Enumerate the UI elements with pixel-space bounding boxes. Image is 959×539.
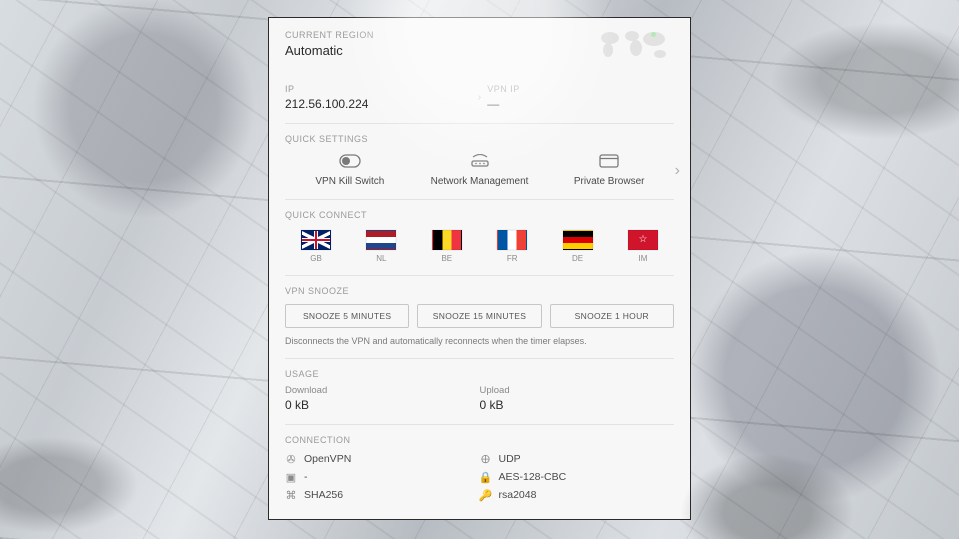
connection-value: - [304, 471, 308, 483]
quick-connect-section: QUICK CONNECT GB NL BE FR [285, 210, 674, 263]
ip-label: IP [285, 84, 472, 94]
flag-code: FR [487, 254, 537, 263]
flag-be-icon [432, 230, 462, 250]
quick-setting-label: Private Browser [544, 176, 674, 187]
snooze-1h-button[interactable]: SNOOZE 1 HOUR [550, 304, 674, 328]
browser-icon [544, 152, 674, 170]
connection-hash: ⌘ SHA256 [285, 489, 480, 501]
vpn-snooze-section: VPN SNOOZE SNOOZE 5 MINUTES SNOOZE 15 MI… [285, 286, 674, 346]
connection-label: CONNECTION [285, 435, 674, 445]
download-label: Download [285, 385, 480, 396]
divider [285, 199, 674, 200]
snooze-5-button[interactable]: SNOOZE 5 MINUTES [285, 304, 409, 328]
ip-value: 212.56.100.224 [285, 97, 472, 111]
quick-setting-label: VPN Kill Switch [285, 176, 415, 187]
connection-key: 🔑 rsa2048 [480, 489, 675, 501]
plug-icon: ✇ [285, 453, 297, 465]
flag-nl-icon [366, 230, 396, 250]
quick-setting-label: Network Management [415, 176, 545, 187]
connection-protocol: ✇ OpenVPN [285, 453, 480, 465]
quick-settings-label: QUICK SETTINGS [285, 134, 674, 144]
quick-connect-nl[interactable]: NL [356, 230, 406, 263]
usage-section: USAGE Download 0 kB Upload 0 kB [285, 369, 674, 412]
flag-code: IM [618, 254, 668, 263]
connection-cipher: 🔒 AES-128-CBC [480, 471, 675, 483]
connection-section: CONNECTION ✇ OpenVPN 🜨 UDP ▣ - 🔒 AES-128… [285, 435, 674, 501]
quick-settings-section: QUICK SETTINGS VPN Kill Switch Network M… [285, 134, 674, 187]
flag-code: GB [291, 254, 341, 263]
connection-value: OpenVPN [304, 453, 351, 465]
key-icon: 🔑 [480, 489, 492, 501]
chevron-right-icon[interactable]: › [675, 162, 680, 180]
upload-value: 0 kB [480, 398, 675, 412]
quick-connect-de[interactable]: DE [553, 230, 603, 263]
vpn-ip-value: — [487, 97, 674, 111]
flag-de-icon [563, 230, 593, 250]
flag-code: DE [553, 254, 603, 263]
snooze-note: Disconnects the VPN and automatically re… [285, 336, 674, 346]
divider [285, 424, 674, 425]
connection-port: ▣ - [285, 471, 480, 483]
flag-gb-icon [301, 230, 331, 250]
divider [285, 123, 674, 124]
quick-setting-private-browser[interactable]: Private Browser [544, 152, 674, 187]
divider [285, 358, 674, 359]
connection-value: AES-128-CBC [499, 471, 567, 483]
current-region-section: CURRENT REGION Automatic [285, 30, 674, 58]
connection-value: UDP [499, 453, 521, 465]
flag-code: BE [422, 254, 472, 263]
quick-setting-network-management[interactable]: Network Management [415, 152, 545, 187]
download-value: 0 kB [285, 398, 480, 412]
world-map-icon [594, 26, 674, 64]
desktop-background: CURRENT REGION Automatic [0, 0, 959, 539]
connection-value: SHA256 [304, 489, 343, 501]
quick-connect-be[interactable]: BE [422, 230, 472, 263]
vpn-snooze-label: VPN SNOOZE [285, 286, 674, 296]
quick-connect-im[interactable]: IM [618, 230, 668, 263]
quick-connect-label: QUICK CONNECT [285, 210, 674, 220]
snooze-15-button[interactable]: SNOOZE 15 MINUTES [417, 304, 541, 328]
ip-section: IP 212.56.100.224 › VPN IP — [285, 84, 674, 111]
quick-setting-kill-switch[interactable]: VPN Kill Switch [285, 152, 415, 187]
router-icon [415, 152, 545, 170]
flag-im-icon [628, 230, 658, 250]
vpn-ip-label: VPN IP [487, 84, 674, 94]
flag-fr-icon [497, 230, 527, 250]
quick-connect-fr[interactable]: FR [487, 230, 537, 263]
quick-connect-gb[interactable]: GB [291, 230, 341, 263]
port-icon: ▣ [285, 471, 297, 483]
vpn-status-panel: CURRENT REGION Automatic [268, 17, 691, 520]
divider [285, 275, 674, 276]
globe-icon: 🜨 [480, 453, 492, 465]
upload-label: Upload [480, 385, 675, 396]
usage-label: USAGE [285, 369, 674, 379]
arrow-right-icon: › [472, 92, 488, 103]
toggle-off-icon [285, 152, 415, 170]
lock-icon: 🔒 [480, 471, 492, 483]
connection-value: rsa2048 [499, 489, 537, 501]
connection-transport: 🜨 UDP [480, 453, 675, 465]
hash-icon: ⌘ [285, 489, 297, 501]
region-indicator-dot [651, 32, 656, 37]
flag-code: NL [356, 254, 406, 263]
